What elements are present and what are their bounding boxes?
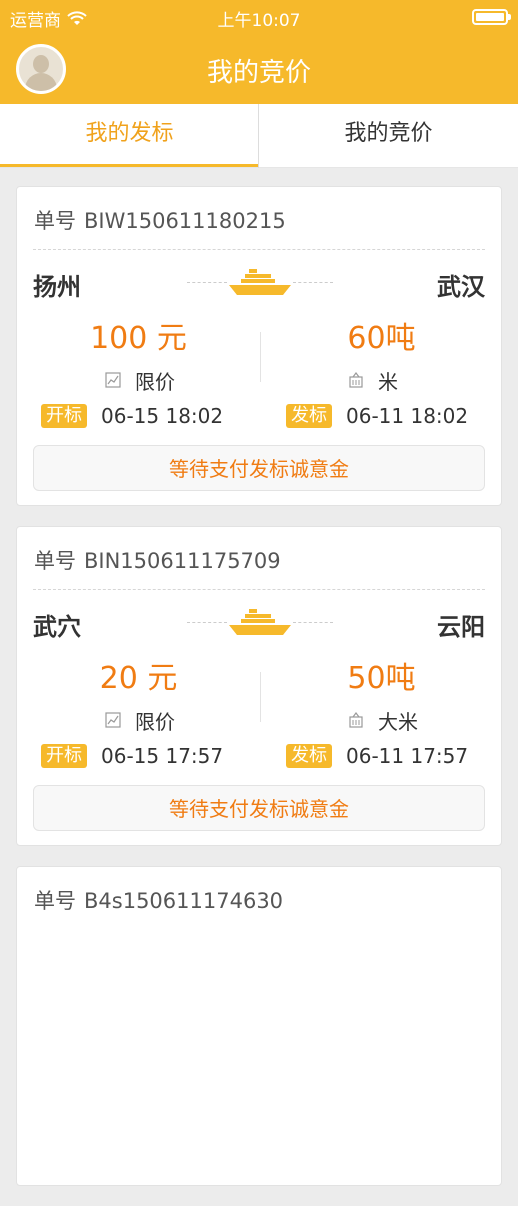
order-card[interactable]: 单号 BIW150611180215 扬州 武汉 100 元 限价 开标 06-…: [16, 186, 502, 506]
price-amount: 100 元: [90, 321, 187, 356]
open-time-row: 开标 06-15 17:57: [17, 741, 260, 771]
open-tag: 开标: [41, 404, 87, 428]
price-type-row: 限价: [17, 705, 260, 735]
chart-icon: [105, 372, 121, 388]
publish-time-row: 发标 06-11 18:02: [260, 401, 503, 431]
order-number: 单号 BIW150611180215: [34, 205, 286, 235]
price-type: 限价: [135, 709, 175, 734]
pay-deposit-button[interactable]: 等待支付发标诚意金: [33, 445, 485, 491]
destination-city: 云阳: [437, 613, 485, 641]
cargo-column: 60吨 米 发标 06-11 18:02: [260, 319, 503, 431]
order-card[interactable]: 单号 BIN150611175709 武穴 云阳 20 元 限价 开标 06-1…: [16, 526, 502, 846]
price-type: 限价: [135, 369, 175, 394]
tab-my-bids-posted[interactable]: 我的发标: [0, 104, 259, 167]
order-number-label: 单号: [34, 209, 76, 233]
route-line: [187, 622, 227, 623]
destination-city: 武汉: [437, 273, 485, 301]
order-number: 单号 B4s150611174630: [34, 885, 283, 915]
divider: [33, 249, 485, 250]
route-indicator: [187, 607, 333, 637]
open-tag: 开标: [41, 744, 87, 768]
goods-name: 大米: [378, 709, 418, 734]
tab-divider: [258, 104, 259, 168]
ship-icon: [229, 269, 291, 295]
publish-tag: 发标: [286, 744, 332, 768]
cargo-quantity: 50吨: [347, 661, 416, 696]
origin-city: 扬州: [33, 273, 81, 301]
cargo-column: 50吨 大米 发标 06-11 17:57: [260, 659, 503, 771]
goods-name: 米: [378, 369, 398, 394]
tab-bar: 我的发标 我的竞价: [0, 104, 518, 168]
open-time-row: 开标 06-15 18:02: [17, 401, 260, 431]
route-indicator: [187, 267, 333, 297]
page-title: 我的竞价: [206, 58, 311, 88]
order-number-value: B4s150611174630: [84, 889, 284, 913]
chart-icon: [105, 712, 121, 728]
order-card[interactable]: 单号 B4s150611174630: [16, 866, 502, 1186]
price-column: 20 元 限价 开标 06-15 17:57: [17, 659, 260, 771]
price-amount: 20 元: [99, 661, 178, 696]
goods-row: 米: [260, 365, 503, 395]
open-time: 06-15 17:57: [101, 744, 224, 768]
route-line: [293, 622, 333, 623]
container-icon: [349, 712, 363, 728]
ship-icon: [229, 609, 291, 635]
order-number: 单号 BIN150611175709: [34, 545, 281, 575]
open-time: 06-15 18:02: [101, 404, 224, 428]
tab-my-bids[interactable]: 我的竞价: [259, 104, 518, 167]
route-line: [293, 282, 333, 283]
nav-bar: 我的竞价: [0, 34, 518, 104]
status-bar: 运营商 上午10:07: [0, 0, 518, 34]
battery-icon: [472, 9, 511, 25]
goods-row: 大米: [260, 705, 503, 735]
divider: [33, 589, 485, 590]
price-type-row: 限价: [17, 365, 260, 395]
order-number-label: 单号: [34, 549, 76, 573]
order-list: 单号 BIW150611180215 扬州 武汉 100 元 限价 开标 06-…: [16, 186, 502, 1206]
origin-city: 武穴: [33, 613, 81, 641]
publish-time: 06-11 17:57: [346, 744, 469, 768]
order-number-value: BIW150611180215: [84, 209, 286, 233]
route-line: [187, 282, 227, 283]
order-number-label: 单号: [34, 889, 76, 913]
publish-tag: 发标: [286, 404, 332, 428]
price-column: 100 元 限价 开标 06-15 18:02: [17, 319, 260, 431]
status-time: 上午10:07: [217, 11, 301, 31]
cargo-quantity: 60吨: [347, 321, 416, 356]
container-icon: [349, 372, 363, 388]
publish-time-row: 发标 06-11 17:57: [260, 741, 503, 771]
order-number-value: BIN150611175709: [84, 549, 281, 573]
pay-deposit-button[interactable]: 等待支付发标诚意金: [33, 785, 485, 831]
publish-time: 06-11 18:02: [346, 404, 469, 428]
